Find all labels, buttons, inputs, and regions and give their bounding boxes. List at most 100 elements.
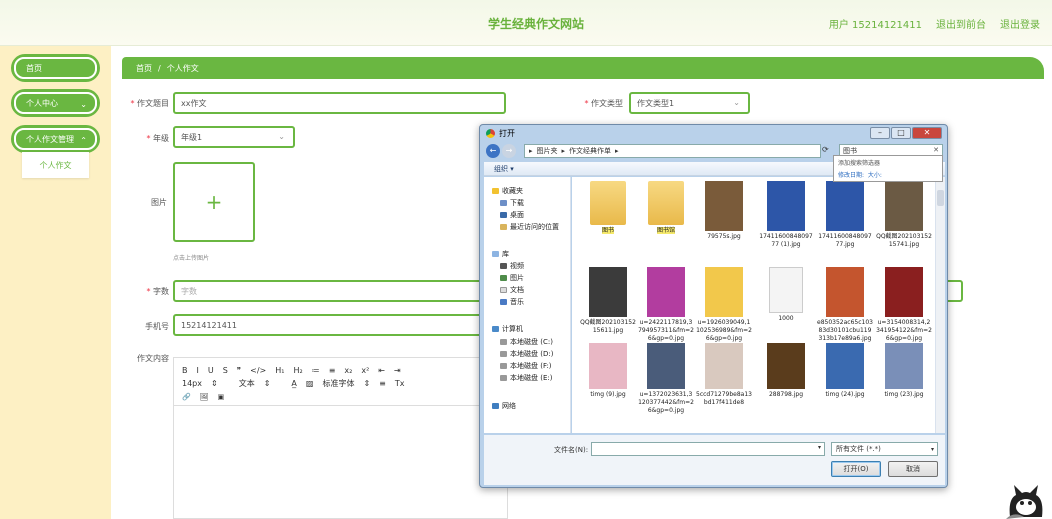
file-item[interactable]: u=1372023631,3120377442&fm=26&gp=0.jpg [638, 343, 694, 415]
title-input[interactable]: xx作文 [173, 92, 506, 114]
close-button[interactable]: ✕ [912, 127, 942, 139]
file-item[interactable]: QQ截图20210315215611.jpg [580, 267, 636, 335]
clear-format-icon[interactable]: Tx [395, 379, 405, 388]
editor-tool-icon[interactable]: ⇤ [378, 366, 385, 375]
phone-input[interactable]: 15214121411 [173, 314, 506, 336]
font-size-select[interactable]: 14px [182, 379, 202, 388]
highlight-icon[interactable]: ▨ [306, 379, 314, 388]
editor-tool-icon[interactable]: B [182, 366, 188, 375]
font-family-select[interactable]: 标准字体 [322, 378, 354, 389]
filetype-select[interactable]: 所有文件 (*.*) ▾ [831, 442, 938, 456]
file-item[interactable]: 288798.jpg [758, 343, 814, 399]
font-color-icon[interactable]: A̲ [291, 379, 296, 388]
link-icon[interactable]: 🔗 [182, 393, 191, 401]
editor-tool-icon[interactable]: x₂ [344, 366, 352, 375]
file-list-scrollbar[interactable] [935, 177, 945, 433]
content-label: 作文内容 [137, 354, 169, 363]
file-item[interactable]: timg (9).jpg [580, 343, 636, 399]
editor-tool-icon[interactable]: H₂ [293, 366, 302, 375]
file-name: timg (9).jpg [590, 391, 626, 398]
back-to-front-link[interactable]: 退出到前台 [936, 16, 986, 31]
align-icon[interactable]: ≡ [379, 379, 386, 388]
file-item[interactable]: 5ccd71279be8a13bd17f411de8 [696, 343, 752, 407]
filter-modified-date[interactable]: 修改日期: [838, 172, 864, 179]
breadcrumb-home[interactable]: 首页 [136, 63, 152, 74]
image-upload-button[interactable]: + [173, 162, 255, 242]
nav-drive-f[interactable]: 本地磁盘 (F:) [500, 361, 552, 371]
editor-tool-icon[interactable]: I [197, 366, 199, 375]
file-item[interactable]: u=2422117819,3794957311&fm=26&gp=0.jpg [638, 267, 694, 343]
type-select[interactable]: 作文类型1 ⌄ [629, 92, 750, 114]
file-item[interactable]: timg (23).jpg [876, 343, 932, 399]
sidebar-item-home[interactable]: 首页 [11, 54, 100, 82]
file-item[interactable]: e850352ac65c10383d30101cbu119313b17e89a6… [817, 267, 873, 343]
editor-tool-icon[interactable]: H₁ [275, 366, 284, 375]
maximize-button[interactable]: □ [891, 127, 911, 139]
nav-music[interactable]: 音乐 [500, 297, 524, 307]
file-item[interactable]: 1000 [758, 267, 814, 323]
grade-select[interactable]: 年级1 ⌄ [173, 126, 295, 148]
minimize-button[interactable]: – [870, 127, 890, 139]
file-name: u=2422117819,3794957311&fm=26&gp=0.jpg [638, 319, 694, 342]
filter-size[interactable]: 大小: [868, 172, 882, 179]
chevron-down-icon[interactable]: ▾ [818, 444, 821, 451]
file-item[interactable]: 79575s.jpg [696, 181, 752, 241]
path-segment[interactable]: 作文经典作单 [569, 146, 611, 156]
editor-tool-icon[interactable]: ≔ [312, 366, 320, 375]
sidebar-item-personal-center[interactable]: 个人中心 ⌄ [11, 89, 100, 117]
editor-tool-icon[interactable]: ❞ [237, 366, 241, 375]
editor-tool-icon[interactable]: S [223, 366, 228, 375]
editor-tool-icon[interactable]: x² [361, 366, 369, 375]
nav-drive-d[interactable]: 本地磁盘 (D:) [500, 349, 553, 359]
path-segment[interactable]: 图片夹 [537, 146, 558, 156]
image-icon[interactable]: 🖼 [200, 393, 209, 401]
file-item[interactable]: 图书馆 [638, 181, 694, 235]
chevron-down-icon: ▾ [930, 446, 934, 453]
refresh-icon[interactable]: ⟳ [822, 145, 829, 154]
back-arrow-icon[interactable]: ← [486, 144, 500, 158]
image-thumbnail [589, 343, 627, 389]
sidebar: 首页 个人中心 ⌄ 个人作文管理 ⌃ [0, 46, 111, 519]
nav-drive-e[interactable]: 本地磁盘 (E:) [500, 373, 552, 383]
nav-drive-c[interactable]: 本地磁盘 (C:) [500, 337, 553, 347]
text-style-select[interactable]: 文本 [239, 378, 255, 389]
sidebar-subitem-my-essays[interactable]: 个人作文 [22, 152, 89, 178]
nav-libraries[interactable]: 库 [492, 249, 509, 259]
clear-icon[interactable]: ✕ [933, 146, 939, 154]
sidebar-item-essay-management[interactable]: 个人作文管理 ⌃ [11, 125, 100, 153]
editor-tool-icon[interactable]: ⇥ [394, 366, 401, 375]
nav-downloads[interactable]: 下载 [500, 198, 524, 208]
scroll-thumb[interactable] [937, 190, 944, 206]
file-item[interactable]: QQ截图20210315215741.jpg [876, 181, 932, 249]
editor-tool-icon[interactable]: </> [250, 366, 266, 375]
forward-arrow-icon[interactable]: → [502, 144, 516, 158]
file-item[interactable]: 1741160084809777.jpg [817, 181, 873, 249]
nav-documents[interactable]: 文档 [500, 285, 524, 295]
nav-favorites[interactable]: 收藏夹 [492, 186, 523, 196]
file-item[interactable]: u=1926039049,1102536989&fm=26&gp=0.jpg [696, 267, 752, 343]
nav-recent[interactable]: 最近访问的位置 [500, 222, 559, 232]
logout-link[interactable]: 退出登录 [1000, 16, 1040, 31]
nav-network[interactable]: 网络 [492, 401, 516, 411]
address-bar[interactable]: ▸ 图片夹 ▸ 作文经典作单 ▸ [524, 144, 821, 158]
file-item[interactable]: 1741160084809777 (1).jpg [758, 181, 814, 249]
file-item[interactable]: u=3154008314,2341954122&fm=26&gp=0.jpg [876, 267, 932, 343]
cancel-button[interactable]: 取消 [888, 461, 938, 477]
file-item[interactable]: timg (24).jpg [817, 343, 873, 399]
open-button[interactable]: 打开(O) [831, 461, 881, 477]
editor-tool-icon[interactable]: ≡ [329, 366, 336, 375]
file-name: u=1372023631,3120377442&fm=26&gp=0.jpg [638, 391, 694, 414]
file-name: 5ccd71279be8a13bd17f411de8 [696, 391, 752, 406]
breadcrumb-current: 个人作文 [166, 63, 199, 73]
rich-text-editor[interactable]: B I U S ❞ </> H₁ H₂ ≔ ≡ x₂ x² ⇤ ⇥ 14px ⇕ 文本 ⇕ A̲ ▨ 标准字体 ⇕… [173, 357, 508, 519]
file-item[interactable]: 图书 [580, 181, 636, 235]
drive-icon [500, 363, 507, 369]
filename-input[interactable]: ▾ [591, 442, 825, 456]
nav-computer[interactable]: 计算机 [492, 324, 523, 334]
editor-tool-icon[interactable]: U [208, 366, 214, 375]
nav-desktop[interactable]: 桌面 [500, 210, 524, 220]
document-icon [500, 287, 507, 293]
nav-videos[interactable]: 视频 [500, 261, 524, 271]
nav-pictures[interactable]: 图片 [500, 273, 524, 283]
video-icon[interactable]: ▣ [218, 393, 225, 401]
